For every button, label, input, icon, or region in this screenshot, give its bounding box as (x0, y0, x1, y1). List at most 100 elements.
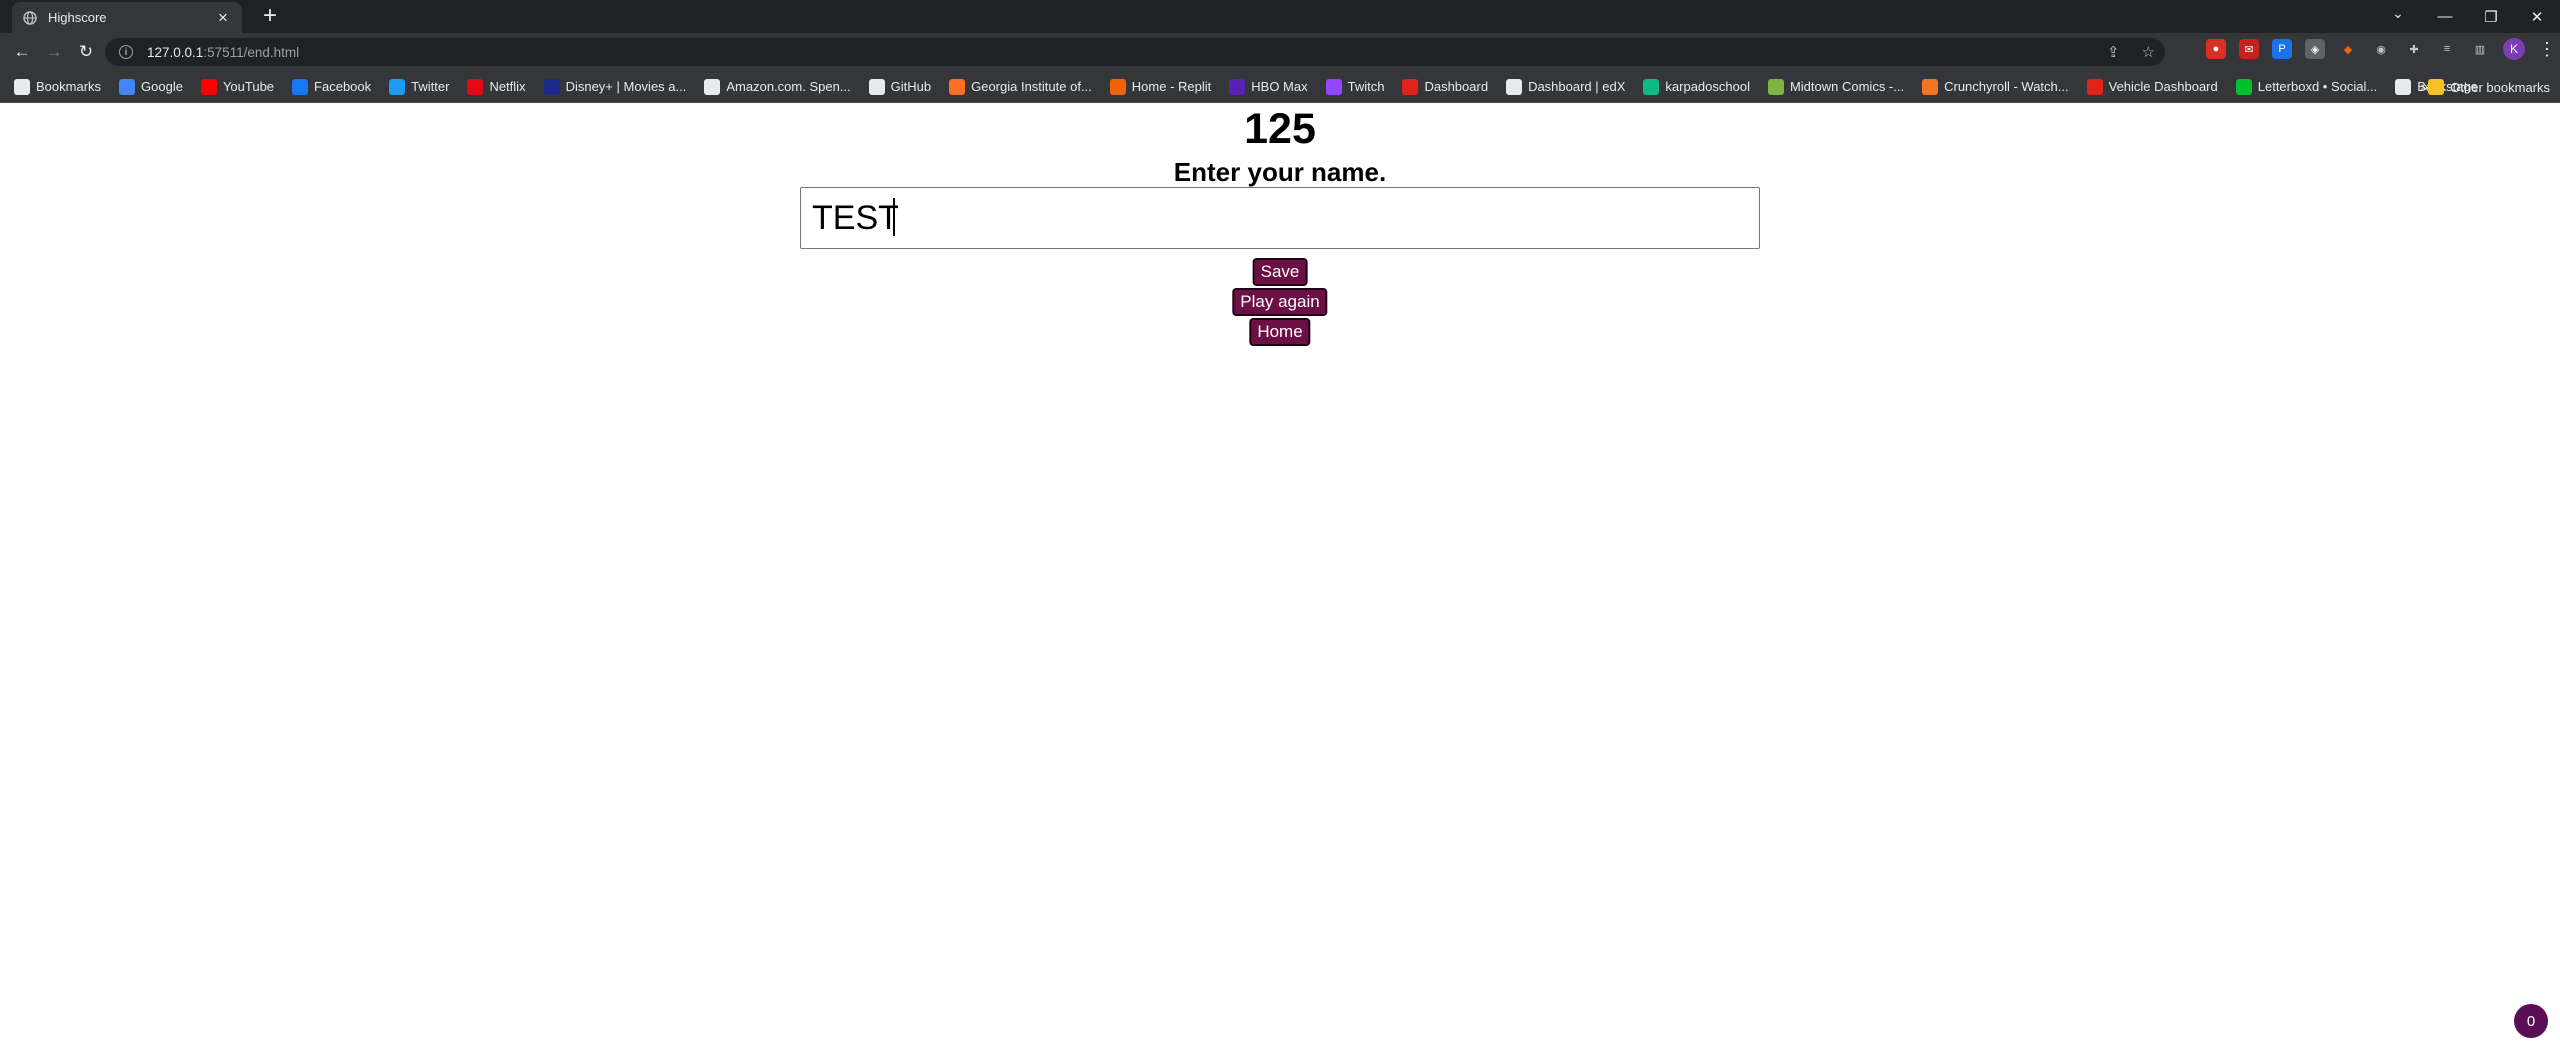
bookmark-item[interactable]: Twitch (1325, 78, 1385, 95)
save-button[interactable]: Save (1252, 258, 1308, 286)
bookmark-item[interactable]: Home - Replit (1109, 78, 1212, 95)
new-tab-icon[interactable]: + (258, 4, 282, 28)
youtube-icon (200, 78, 217, 95)
bookmark-label: karpadoschool (1665, 79, 1750, 94)
bookmark-label: Amazon.com. Spen... (726, 79, 851, 94)
gitlab-icon (949, 78, 966, 95)
bookmark-label: Google (141, 79, 183, 94)
omnibox-actions: ⇪ ☆ (2107, 43, 2155, 61)
bookmark-item[interactable]: Georgia Institute of... (949, 78, 1092, 95)
bookmark-item[interactable]: Letterboxd • Social... (2235, 78, 2378, 95)
bookmark-item[interactable]: Twitter (389, 78, 450, 95)
other-bookmarks[interactable]: Other bookmarks (2428, 71, 2550, 103)
globe-icon (22, 10, 38, 26)
share-icon[interactable]: ⇪ (2107, 43, 2120, 61)
bookmark-label: Dashboard (1424, 79, 1489, 94)
bookmark-label: HBO Max (1251, 79, 1308, 94)
letterboxd-icon (2235, 78, 2252, 95)
bookmark-label: Georgia Institute of... (971, 79, 1092, 94)
puzzle-icon[interactable]: ✚ (2404, 39, 2424, 59)
text-caret (893, 198, 895, 236)
bookmark-item[interactable]: Crunchyroll - Watch... (1922, 78, 2069, 95)
github-icon (868, 78, 885, 95)
dashboard-icon (1402, 78, 1419, 95)
bookmark-item[interactable]: YouTube (200, 78, 275, 95)
profile-avatar[interactable]: K (2503, 38, 2525, 60)
edx-icon (1506, 78, 1523, 95)
side-panel-icon[interactable]: ▥ (2470, 39, 2490, 59)
page-content: 125 Enter your name. Save Play again Hom… (0, 103, 2560, 1050)
bookmark-item[interactable]: Dashboard | edX (1506, 78, 1626, 95)
hbo-icon (1229, 78, 1246, 95)
comics-icon (1767, 78, 1784, 95)
bookmark-label: GitHub (890, 79, 932, 94)
bookmark-item[interactable]: karpadoschool (1643, 78, 1750, 95)
bookmarks-bar: Bookmarks Google YouTube Facebook Twitter Net… (0, 71, 2560, 103)
bookmark-item[interactable]: GitHub (868, 78, 932, 95)
name-input[interactable] (800, 187, 1760, 249)
minimize-icon[interactable]: — (2422, 2, 2468, 32)
bookmark-label: Netflix (489, 79, 526, 94)
close-window-icon[interactable]: ✕ (2514, 2, 2560, 32)
git-extension-icon[interactable]: ◆ (2338, 39, 2358, 59)
bookmark-label: Vehicle Dashboard (2108, 79, 2218, 94)
bookmark-label: Twitch (1347, 79, 1385, 94)
menu-icon[interactable]: ⋮ (2538, 39, 2556, 60)
forward-icon[interactable]: → (40, 38, 68, 66)
bookmark-label: Twitter (411, 79, 450, 94)
floating-badge[interactable]: 0 (2514, 1004, 2548, 1038)
tab-strip: Highscore × + ⌄ — ❐ ✕ (0, 0, 2560, 33)
bookmark-item[interactable]: Bookmarks (14, 78, 101, 95)
gmail-extension-icon[interactable]: ✉ (2239, 39, 2259, 59)
bookmark-label: Disney+ | Movies a... (565, 79, 687, 94)
url-text[interactable]: 127.0.0.1:57511/end.html (147, 45, 299, 60)
play-again-button[interactable]: Play again (1232, 288, 1328, 316)
bookmark-label: Midtown Comics -... (1789, 79, 1905, 94)
bookmark-item[interactable]: Dashboard (1402, 78, 1489, 95)
amazon-icon (704, 78, 721, 95)
tab-search-chevron-icon[interactable]: ⌄ (2386, 5, 2410, 22)
crunchyroll-icon (1922, 78, 1939, 95)
bookmark-label: Facebook (314, 79, 372, 94)
bookmark-item[interactable]: Vehicle Dashboard (2086, 78, 2218, 95)
extension-icon[interactable]: ◉ (2371, 39, 2391, 59)
bookmark-item[interactable]: Netflix (467, 78, 526, 95)
name-prompt: Enter your name. (1173, 157, 1387, 187)
home-button[interactable]: Home (1249, 318, 1311, 346)
extension-icon[interactable]: ● (2206, 39, 2226, 59)
reload-icon[interactable]: ↻ (72, 38, 100, 66)
bookmark-label: YouTube (222, 79, 275, 94)
folder-icon (2428, 79, 2445, 95)
bookmark-label: Home - Replit (1131, 79, 1212, 94)
bookmark-label: Dashboard | edX (1528, 79, 1626, 94)
replit-icon (1109, 78, 1126, 95)
vehicle-icon (2086, 78, 2103, 95)
close-tab-icon[interactable]: × (214, 8, 232, 27)
bookmark-label: Crunchyroll - Watch... (1944, 79, 2069, 94)
more-bookmarks-icon[interactable]: » (2420, 78, 2428, 94)
bookmark-item[interactable]: Facebook (292, 78, 372, 95)
bookmarks-list: Bookmarks Google YouTube Facebook Twitter Net… (14, 78, 2496, 95)
bookmark-label: Letterboxd • Social... (2257, 79, 2378, 94)
restore-icon[interactable]: ❐ (2468, 2, 2514, 32)
browser-chrome: Highscore × + ⌄ — ❐ ✕ ← → ↻ i 127.0.0.1:… (0, 0, 2560, 103)
site-info-icon[interactable]: i (119, 45, 133, 59)
bookmark-item[interactable]: HBO Max (1229, 78, 1308, 95)
karpado-icon (1643, 78, 1660, 95)
bookmark-item[interactable]: Amazon.com. Spen... (704, 78, 851, 95)
address-bar[interactable]: i 127.0.0.1:57511/end.html ⇪ ☆ (105, 38, 2165, 66)
score-value: 125 (1244, 105, 1316, 153)
back-icon[interactable]: ← (8, 38, 36, 66)
browser-toolbar: ← → ↻ i 127.0.0.1:57511/end.html ⇪ ☆ ● ✉… (0, 33, 2560, 71)
window-controls: — ❐ ✕ (2422, 0, 2560, 33)
bookmark-item[interactable]: Disney+ | Movies a... (543, 78, 687, 95)
extensions-area: ● ✉ P ◈ ◆ ◉ ✚ ≡ ▥ K ⋮ (2206, 38, 2556, 60)
bookmark-item[interactable]: Google (119, 78, 183, 95)
extension-icon[interactable]: ◈ (2305, 39, 2325, 59)
bookmark-star-icon[interactable]: ☆ (2142, 43, 2155, 61)
reading-list-icon[interactable]: ≡ (2437, 39, 2457, 59)
tab-highscore[interactable]: Highscore × (12, 2, 242, 33)
google-icon (119, 78, 136, 95)
bookmark-item[interactable]: Midtown Comics -... (1767, 78, 1905, 95)
paypal-extension-icon[interactable]: P (2272, 39, 2292, 59)
